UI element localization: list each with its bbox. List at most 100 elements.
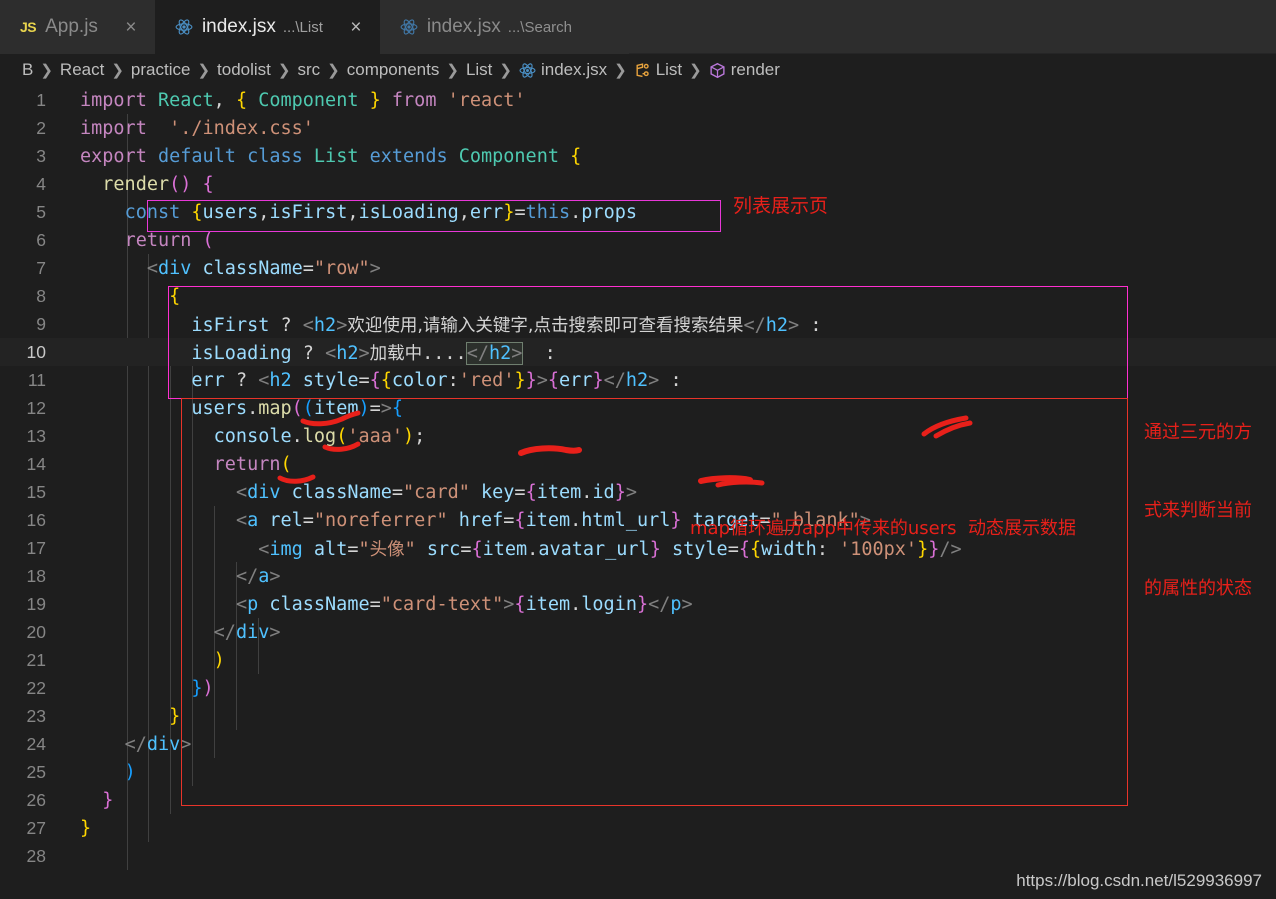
breadcrumb-label: practice [130, 60, 191, 79]
code-line[interactable]: 8 { [0, 282, 1276, 310]
breadcrumb-item-symbol-list[interactable]: List [634, 60, 682, 80]
code-line[interactable]: 16 <a rel="noreferrer" href={item.html_u… [0, 506, 1276, 534]
tab-subtitle: ...\Search [507, 18, 572, 36]
tab-index-jsx-list[interactable]: index.jsx ...\List × [154, 0, 380, 54]
line-content: { [169, 285, 181, 307]
breadcrumb-item-index-jsx[interactable]: index.jsx [519, 60, 607, 80]
code-line[interactable]: 22 }) [0, 674, 1276, 702]
code-line[interactable]: 7 <div className="row"> [0, 254, 1276, 282]
breadcrumb: B ❯ React ❯ practice ❯ todolist ❯ src ❯ … [0, 54, 1276, 86]
react-file-icon [400, 18, 418, 36]
line-number: 22 [26, 677, 46, 698]
code-line[interactable]: 26 } [0, 786, 1276, 814]
code-line[interactable]: 21 ) [0, 646, 1276, 674]
line-number: 8 [36, 285, 46, 306]
line-number: 4 [36, 173, 46, 194]
line-content: <div className="row"> [146, 257, 381, 279]
code-line[interactable]: 1 import React, { Component } from 'reac… [0, 86, 1276, 114]
breadcrumb-item-react[interactable]: React [60, 60, 104, 80]
breadcrumb-item-src[interactable]: src [297, 60, 320, 80]
line-content: <p className="card-text">{item.login}</p… [235, 593, 693, 615]
line-content: return ( [124, 229, 214, 251]
line-number: 23 [26, 705, 46, 726]
line-number: 6 [36, 229, 46, 250]
code-line[interactable]: 4 render() { [0, 170, 1276, 198]
close-icon[interactable]: × [346, 17, 366, 37]
line-content: </div> [213, 621, 281, 643]
line-number: 14 [26, 453, 46, 474]
code-editor[interactable]: 1 import React, { Component } from 'reac… [0, 86, 1276, 897]
breadcrumb-item-practice[interactable]: practice [131, 60, 191, 80]
line-content: isFirst ? <h2>欢迎使用,请输入关键字,点击搜索即可查看搜索结果</… [191, 314, 822, 336]
breadcrumb-label: index.jsx [540, 60, 608, 79]
code-line[interactable]: 3 export default class List extends Comp… [0, 142, 1276, 170]
code-line[interactable]: 6 return ( [0, 226, 1276, 254]
breadcrumb-label: render [730, 60, 780, 79]
code-line[interactable]: 13 console.log('aaa'); [0, 422, 1276, 450]
react-file-icon [519, 62, 536, 79]
code-line[interactable]: 2 import './index.css' [0, 114, 1276, 142]
chevron-right-icon: ❯ [197, 62, 211, 79]
breadcrumb-item-symbol-render[interactable]: render [709, 60, 780, 80]
chevron-right-icon: ❯ [277, 62, 291, 79]
line-number: 18 [26, 565, 46, 586]
line-content: <div className="card" key={item.id}> [235, 481, 637, 503]
line-number: 26 [26, 789, 46, 810]
code-line[interactable]: 25 ) [0, 758, 1276, 786]
tab-app-js[interactable]: JS App.js × [0, 0, 155, 54]
breadcrumb-item-components[interactable]: components [347, 60, 440, 80]
react-file-icon [175, 18, 193, 36]
code-line[interactable]: 15 <div className="card" key={item.id}> [0, 478, 1276, 506]
tab-title: App.js [45, 16, 98, 37]
code-line[interactable]: 27 } [0, 814, 1276, 842]
line-content: users.map((item)=>{ [191, 397, 404, 419]
code-line[interactable]: 12 users.map((item)=>{ [0, 394, 1276, 422]
breadcrumb-label: components [346, 60, 440, 79]
line-content: isLoading ? <h2>加载中....</h2> : [191, 341, 556, 365]
code-line[interactable]: 9 isFirst ? <h2>欢迎使用,请输入关键字,点击搜索即可查看搜索结果… [0, 310, 1276, 338]
line-content: return( [213, 453, 292, 475]
code-line[interactable]: 11 err ? <h2 style={{color:'red'}}>{err}… [0, 366, 1276, 394]
breadcrumb-item-list-folder[interactable]: List [466, 60, 492, 80]
breadcrumb-item-b[interactable]: B [22, 60, 33, 80]
line-number: 1 [36, 89, 46, 110]
line-content: } [169, 705, 181, 727]
code-line[interactable]: 18 </a> [0, 562, 1276, 590]
js-file-icon: JS [20, 19, 37, 35]
breadcrumb-label: B [22, 60, 34, 79]
code-line[interactable]: 14 return( [0, 450, 1276, 478]
code-line[interactable]: 24 </div> [0, 730, 1276, 758]
line-content: ) [213, 649, 225, 671]
chevron-right-icon: ❯ [614, 62, 627, 79]
line-content: ) [124, 761, 136, 783]
tab-subtitle: ...\List [282, 18, 323, 36]
chevron-right-icon: ❯ [40, 62, 53, 79]
breadcrumb-label: src [297, 60, 321, 79]
close-icon[interactable]: × [121, 17, 141, 37]
line-number: 21 [26, 649, 46, 670]
code-line[interactable]: 19 <p className="card-text">{item.login}… [0, 590, 1276, 618]
line-number: 9 [36, 313, 46, 334]
code-line[interactable]: 28 [0, 842, 1276, 870]
line-content: console.log('aaa'); [213, 425, 426, 447]
code-line[interactable]: 5 const {users,isFirst,isLoading,err}=th… [0, 198, 1276, 226]
line-number: 27 [26, 817, 46, 838]
chevron-right-icon: ❯ [111, 62, 124, 79]
line-number: 7 [36, 257, 46, 278]
tab-index-jsx-search[interactable]: index.jsx ...\Search × [379, 0, 629, 54]
chevron-right-icon: ❯ [689, 62, 702, 79]
line-content: const {users,isFirst,isLoading,err}=this… [124, 201, 637, 223]
code-line[interactable]: 20 </div> [0, 618, 1276, 646]
code-line-current[interactable]: 10 isLoading ? <h2>加载中....</h2> : [0, 338, 1276, 366]
line-content: } [102, 789, 114, 811]
line-content: export default class List extends Compon… [80, 145, 582, 167]
code-line[interactable]: 23 } [0, 702, 1276, 730]
breadcrumb-label: React [59, 60, 105, 79]
line-number: 16 [26, 509, 46, 530]
line-number: 3 [36, 145, 46, 166]
line-content: } [80, 817, 92, 839]
line-content: </div> [124, 733, 192, 755]
code-line[interactable]: 17 <img alt="头像" src={item.avatar_url} s… [0, 534, 1276, 562]
breadcrumb-item-todolist[interactable]: todolist [217, 60, 271, 80]
line-number: 5 [36, 201, 46, 222]
